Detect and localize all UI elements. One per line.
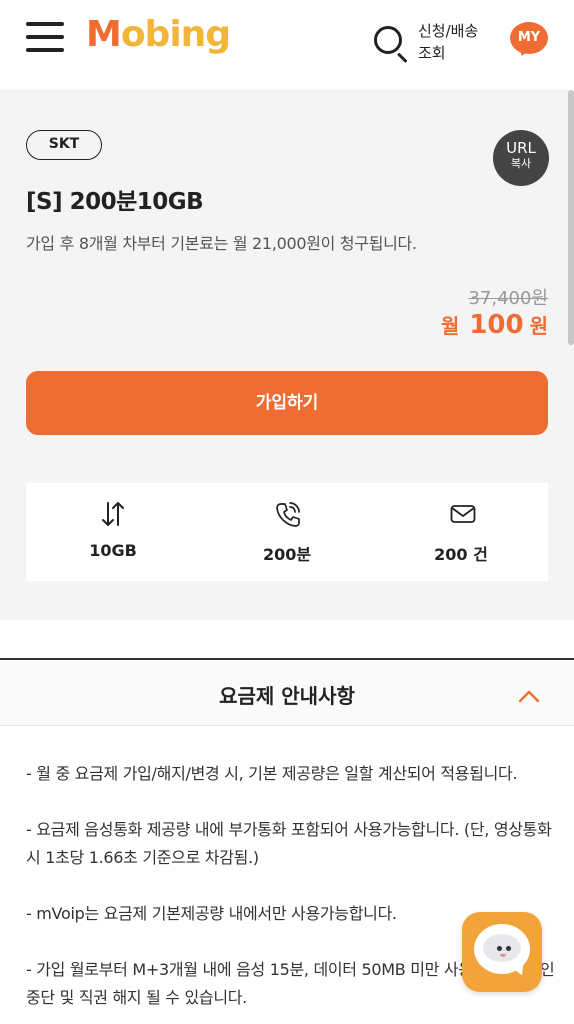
plan-title: [S] 200분10GB xyxy=(26,189,204,215)
chevron-up-icon[interactable] xyxy=(518,685,540,707)
sale-price-prefix: 월 xyxy=(440,314,460,338)
feature-data-value: 10GB xyxy=(89,541,137,560)
notice-item: - 요금제 음성통화 제공량 내에 부가통화 포함되어 사용가능합니다. (단,… xyxy=(26,820,552,867)
plan-notice-accordion-header[interactable]: 요금제 안내사항 xyxy=(0,660,574,726)
plan-description: 가입 후 8개월 차부터 기본료는 월 21,000원이 청구됩니다. xyxy=(26,234,417,253)
search-icon xyxy=(374,26,402,54)
notice-title: 요금제 안내사항 xyxy=(219,684,355,708)
join-button[interactable]: 가입하기 xyxy=(26,371,548,435)
scrollbar[interactable] xyxy=(568,90,574,345)
sale-price: 월 100 원 xyxy=(441,310,548,340)
original-price: 37,400원 xyxy=(468,288,548,309)
menu-icon[interactable] xyxy=(26,22,64,54)
chatbot-button[interactable] xyxy=(462,912,542,992)
feature-voice-value: 200분 xyxy=(262,545,312,564)
sale-price-amount: 100 xyxy=(469,310,524,340)
plan-summary: SKT URL 복사 [S] 200분10GB 가입 후 8개월 차부터 기본료… xyxy=(0,90,574,620)
order-tracking-button[interactable]: 신청/배송 조회 xyxy=(372,20,492,64)
sale-price-unit: 원 xyxy=(529,314,548,338)
url-copy-button[interactable]: URL 복사 xyxy=(493,130,549,186)
plan-features: 10GB 200분 200 건 xyxy=(26,483,548,581)
phone-call-icon xyxy=(276,502,300,527)
url-copy-sublabel: 복사 xyxy=(510,157,532,170)
feature-message-value: 200 건 xyxy=(434,545,488,564)
mobing-logo[interactable]: Mobing xyxy=(86,14,231,64)
order-tracking-label: 신청/배송 조회 xyxy=(418,22,479,62)
mail-icon xyxy=(450,505,476,523)
carrier-badge: SKT xyxy=(26,130,102,160)
top-header: Mobing 신청/배송 조회 MY xyxy=(0,0,574,90)
feature-message: 200 건 xyxy=(374,483,548,581)
url-copy-label: URL xyxy=(506,139,536,157)
notice-item: - 월 중 요금제 가입/해지/변경 시, 기본 제공량은 일할 계산되어 적용… xyxy=(26,764,518,783)
feature-data: 10GB xyxy=(26,483,200,581)
data-transfer-icon xyxy=(102,502,124,526)
feature-voice: 200분 xyxy=(200,483,374,581)
my-page-button[interactable]: MY xyxy=(510,22,548,58)
